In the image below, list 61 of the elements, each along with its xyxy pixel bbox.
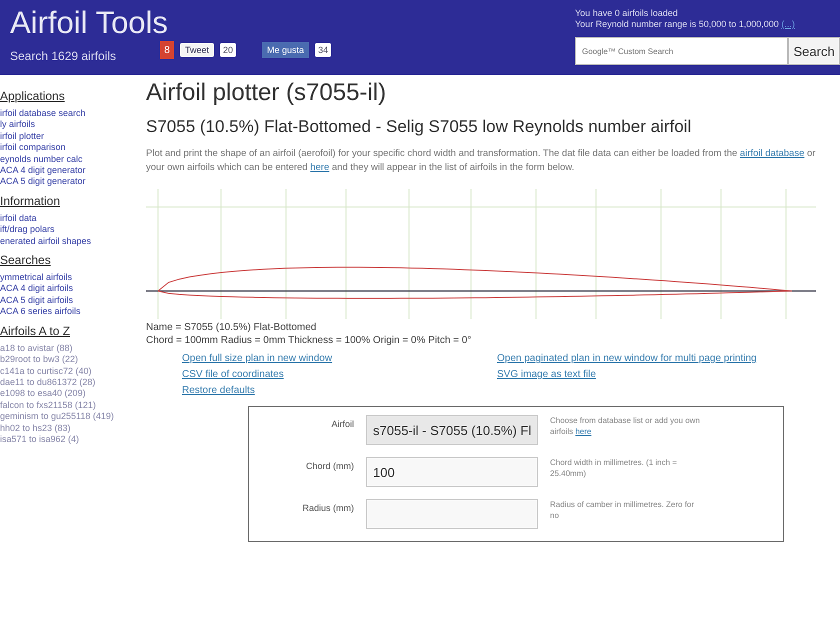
field-label: Chord (mm): [304, 460, 354, 471]
intro-paragraph: Plot and print the shape of an airfoil (aerofoil) for your specific chord width and transformation. The dat file data can either be loaded from the airfoil database or your own airfoils which can be entered here and they will appear in the list of airfoils in the form below.: [146, 147, 816, 175]
sidebar-link[interactable]: c141a to curtisc72 (40): [0, 366, 140, 377]
like-button[interactable]: Me gusta: [262, 42, 310, 58]
sidebar-link[interactable]: e1098 to esa40 (209): [0, 388, 140, 400]
input-field[interactable]: [366, 499, 538, 529]
airfoil-name: S7055 (10.5%) Flat-Bottomed - Selig S7055 low Reynolds number airfoil: [146, 117, 692, 137]
page-title: Airfoil plotter (s7055-il): [146, 79, 388, 107]
sidebar-link[interactable]: falcon to fxs21158 (121): [0, 400, 140, 412]
plan-link[interactable]: Open full size plan in new window: [182, 353, 332, 364]
sidebar-link[interactable]: a18 to avistar (88): [0, 342, 140, 354]
sidebar-link[interactable]: eynolds number calc: [0, 154, 140, 166]
field-help: Choose from database list or add you own airfoils here: [550, 415, 700, 437]
sidebar-link[interactable]: ACA 5 digit generator: [0, 176, 140, 188]
sidebar-link[interactable]: ly airfoils: [0, 119, 140, 131]
like-count: 34: [315, 43, 332, 57]
sidebar-link[interactable]: ift/drag polars: [0, 224, 140, 236]
field-label: Radius (mm): [301, 502, 354, 513]
plan-link[interactable]: Restore defaults: [182, 385, 255, 396]
airfoil-select[interactable]: s7055-il - S7055 (10.5%) Fl: [366, 415, 538, 445]
sidebar-link[interactable]: b29root to bw3 (22): [0, 354, 140, 366]
sidebar-heading: Applications: [0, 89, 66, 103]
google-plus-button[interactable]: 8: [160, 41, 174, 59]
sidebar-link[interactable]: irfoil database search: [0, 108, 140, 120]
sidebar-heading: Searches: [0, 253, 52, 268]
sidebar-link[interactable]: isa571 to isa962 (4): [0, 434, 140, 446]
plan-link[interactable]: SVG image as text file: [497, 369, 596, 380]
help-link[interactable]: here: [575, 427, 592, 436]
tweet-count: 20: [220, 43, 236, 57]
sidebar-link[interactable]: ACA 4 digit airfoils: [0, 283, 140, 295]
search-field[interactable]: Google™ Custom Search: [575, 37, 788, 65]
field-help: Chord width in millimetres. (1 inch = 25.40mm): [550, 457, 678, 479]
sidebar-link[interactable]: ACA 4 digit generator: [0, 165, 140, 176]
plot-info: Chord = 100mm Radius = 0mm Thickness = 100% Origin = 0% Pitch = 0°: [146, 334, 472, 347]
field-label: Airfoil: [330, 418, 354, 429]
status-text: You have 0 airfoils loaded: [575, 8, 679, 19]
search-button[interactable]: Search: [788, 37, 840, 65]
sidebar-link[interactable]: enerated airfoil shapes: [0, 236, 140, 248]
sidebar-link[interactable]: irfoil comparison: [0, 142, 140, 154]
sidebar-link[interactable]: ymmetrical airfoils: [0, 272, 140, 284]
intro-link[interactable]: airfoil database: [740, 148, 804, 159]
plot-info: Name = S7055 (10.5%) Flat-Bottomed: [146, 321, 318, 334]
sidebar-link[interactable]: irfoil plotter: [0, 130, 140, 142]
sidebar-link[interactable]: dae11 to du861372 (28): [0, 376, 140, 388]
intro-link[interactable]: here: [310, 162, 330, 173]
sidebar-link[interactable]: ACA 5 digit airfoils: [0, 294, 140, 306]
edit-link[interactable]: (...): [781, 19, 795, 29]
sidebar-link[interactable]: hh02 to hs23 (83): [0, 422, 140, 434]
field-help: Radius of camber in millimetres. Zero for no: [550, 499, 696, 521]
sidebar-heading: Information: [0, 194, 62, 208]
site-subtitle: Search 1629 airfoils: [10, 49, 118, 63]
sidebar-link[interactable]: geminism to gu255118 (419): [0, 411, 140, 423]
site-title[interactable]: Airfoil Tools: [10, 4, 168, 42]
plan-link[interactable]: CSV file of coordinates: [182, 369, 284, 380]
sidebar-heading: Airfoils A to Z: [0, 324, 72, 338]
input-field[interactable]: 100: [366, 457, 538, 487]
status-text: Your Reynold number range is 50,000 to 1,000,000 (...): [575, 19, 796, 30]
sidebar-link[interactable]: ACA 6 series airfoils: [0, 306, 140, 318]
plan-link[interactable]: Open paginated plan in new window for multi page printing: [497, 353, 757, 364]
tweet-button[interactable]: Tweet: [180, 43, 214, 57]
sidebar-link[interactable]: irfoil data: [0, 212, 140, 224]
